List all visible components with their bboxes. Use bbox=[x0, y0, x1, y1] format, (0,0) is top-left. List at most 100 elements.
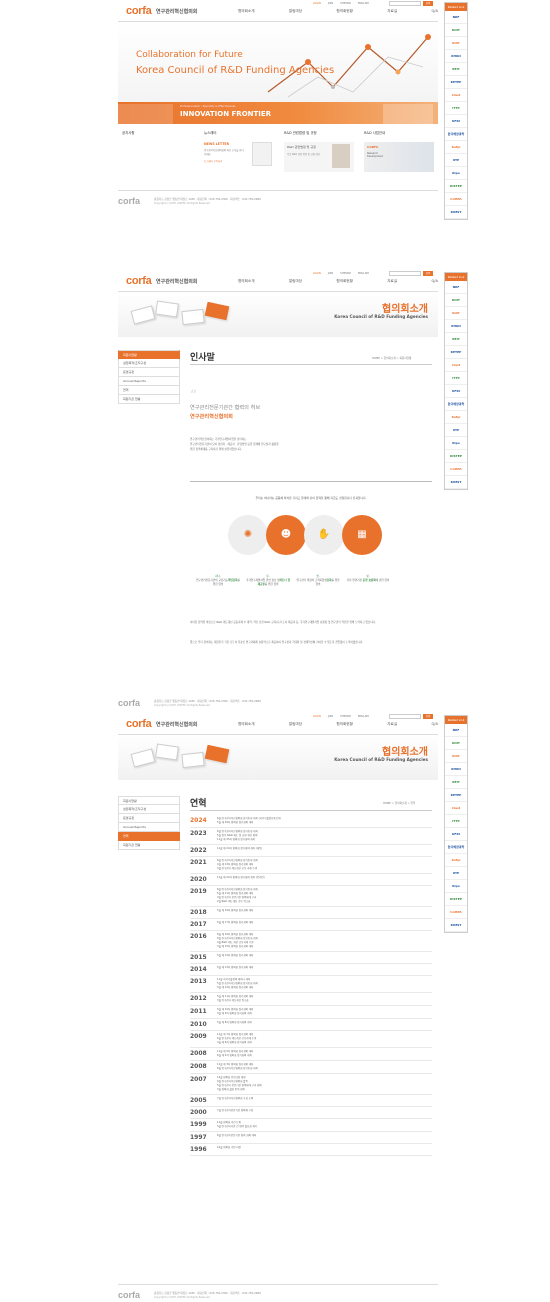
nav-status[interactable]: 협의회현황 bbox=[336, 279, 353, 284]
link-ocean[interactable]: 한국해양과학 bbox=[445, 128, 467, 141]
link-ittp[interactable]: ITTP bbox=[445, 102, 467, 115]
nav-qa[interactable]: Q/A bbox=[431, 9, 438, 14]
nav-about[interactable]: 협의회소개 bbox=[238, 722, 255, 727]
lnb-agencies[interactable]: 회원기관 현황 bbox=[118, 841, 180, 850]
regulation-title[interactable]: R&D 관련법령 및 규정 bbox=[284, 130, 317, 135]
link-compa[interactable]: CoMPA bbox=[445, 193, 467, 206]
newsletter-box[interactable]: NEWS LETTER 연구관리혁신협의회의 최신 소식을 만나보세요 뉴스레터… bbox=[204, 142, 274, 172]
nav-qa[interactable]: Q/A bbox=[431, 279, 438, 284]
link-ketep[interactable]: KETEP bbox=[445, 76, 467, 89]
lnb-history[interactable]: 연혁 bbox=[118, 832, 180, 841]
link-kofpi[interactable]: Kofpi bbox=[445, 854, 467, 867]
link-nrf[interactable]: NRF bbox=[445, 724, 467, 737]
link-koit[interactable]: KOIT bbox=[445, 24, 467, 37]
lnb-members[interactable]: 회원사현황 bbox=[118, 350, 180, 359]
lnb-agencies[interactable]: 회원기관 현황 bbox=[118, 395, 180, 404]
join-link[interactable]: JOIN bbox=[328, 272, 333, 275]
link-koit[interactable]: KOIT bbox=[445, 737, 467, 750]
login-link[interactable]: LOGIN bbox=[313, 2, 321, 5]
link-koit[interactable]: KOIT bbox=[445, 294, 467, 307]
lnb-rules[interactable]: 운영규정 bbox=[118, 368, 180, 377]
link-kfri[interactable]: KFRI bbox=[445, 115, 467, 128]
search-input[interactable] bbox=[389, 1, 421, 6]
nav-notice[interactable]: 알림마당 bbox=[289, 722, 302, 727]
lnb-rules[interactable]: 운영규정 bbox=[118, 814, 180, 823]
link-kipo[interactable]: Kipo bbox=[445, 880, 467, 893]
lnb-annual[interactable]: Annual Reports bbox=[118, 377, 180, 386]
nav-qa[interactable]: Q/A bbox=[431, 722, 438, 727]
link-kiat[interactable]: KIAT bbox=[445, 750, 467, 763]
link-nrf[interactable]: NRF bbox=[445, 281, 467, 294]
link-khidi[interactable]: KHIDI bbox=[445, 763, 467, 776]
link-kipo[interactable]: Kipo bbox=[445, 437, 467, 450]
search-input[interactable] bbox=[389, 714, 421, 719]
project-title[interactable]: R&D 사업안내 bbox=[364, 130, 385, 135]
link-keit[interactable]: KEIT bbox=[445, 333, 467, 346]
login-link[interactable]: LOGIN bbox=[313, 272, 321, 275]
sitemap-link[interactable]: SITEMAP bbox=[340, 715, 351, 718]
nav-archive[interactable]: 자료실 bbox=[387, 279, 397, 284]
nav-archive[interactable]: 자료실 bbox=[387, 722, 397, 727]
link-ketep[interactable]: KETEP bbox=[445, 346, 467, 359]
link-compa[interactable]: CoMPA bbox=[445, 906, 467, 919]
sitemap-link[interactable]: SITEMAP bbox=[340, 272, 351, 275]
join-link[interactable]: JOIN bbox=[328, 2, 333, 5]
corfa-logo[interactable]: corfa bbox=[126, 718, 152, 730]
link-kistep[interactable]: KISTEP bbox=[445, 893, 467, 906]
lnb-purpose[interactable]: 설립목적/조직구성 bbox=[118, 359, 180, 368]
link-ciast[interactable]: Ciast bbox=[445, 802, 467, 815]
notice-title[interactable]: 공지사항 bbox=[122, 130, 134, 135]
link-kimst[interactable]: KIMST bbox=[445, 476, 467, 489]
nav-notice[interactable]: 알림마당 bbox=[289, 9, 302, 14]
link-iitp[interactable]: IITP bbox=[445, 867, 467, 880]
nav-notice[interactable]: 알림마당 bbox=[289, 279, 302, 284]
link-kfri[interactable]: KFRI bbox=[445, 385, 467, 398]
link-ocean[interactable]: 한국해양과학 bbox=[445, 398, 467, 411]
link-kimst[interactable]: KIMST bbox=[445, 206, 467, 219]
english-link[interactable]: ENGLISH bbox=[358, 715, 369, 718]
search-input[interactable] bbox=[389, 271, 421, 276]
login-link[interactable]: LOGIN bbox=[313, 715, 321, 718]
link-ciast[interactable]: Ciast bbox=[445, 359, 467, 372]
link-khidi[interactable]: KHIDI bbox=[445, 50, 467, 63]
search-button[interactable]: 검색 bbox=[423, 714, 433, 719]
nav-about[interactable]: 협의회소개 bbox=[238, 9, 255, 14]
search-button[interactable]: 검색 bbox=[423, 271, 433, 276]
link-keit[interactable]: KEIT bbox=[445, 776, 467, 789]
lnb-members[interactable]: 회원사현황 bbox=[118, 796, 180, 805]
link-kofpi[interactable]: Kofpi bbox=[445, 411, 467, 424]
lnb-purpose[interactable]: 설립목적/조직구성 bbox=[118, 805, 180, 814]
corfa-logo[interactable]: corfa bbox=[126, 5, 152, 17]
link-kistep[interactable]: KISTEP bbox=[445, 180, 467, 193]
link-kfri[interactable]: KFRI bbox=[445, 828, 467, 841]
link-keit[interactable]: KEIT bbox=[445, 63, 467, 76]
nav-status[interactable]: 협의회현황 bbox=[336, 9, 353, 14]
link-kiat[interactable]: KIAT bbox=[445, 307, 467, 320]
regulation-box[interactable]: R&D 관련법령 및 규정 각종 R&D 관련 법령 및 규정 안내 bbox=[284, 142, 354, 172]
link-kistep[interactable]: KISTEP bbox=[445, 450, 467, 463]
link-ciast[interactable]: Ciast bbox=[445, 89, 467, 102]
lnb-history[interactable]: 연혁 bbox=[118, 386, 180, 395]
project-box[interactable]: CORFA Research Development bbox=[364, 142, 434, 172]
link-khidi[interactable]: KHIDI bbox=[445, 320, 467, 333]
english-link[interactable]: ENGLISH bbox=[358, 2, 369, 5]
link-kiat[interactable]: KIAT bbox=[445, 37, 467, 50]
link-ittp[interactable]: ITTP bbox=[445, 372, 467, 385]
nav-about[interactable]: 협의회소개 bbox=[238, 279, 255, 284]
link-compa[interactable]: CoMPA bbox=[445, 463, 467, 476]
link-kofpi[interactable]: Kofpi bbox=[445, 141, 467, 154]
corfa-logo[interactable]: corfa bbox=[126, 275, 152, 287]
link-iitp[interactable]: IITP bbox=[445, 154, 467, 167]
link-ocean[interactable]: 한국해양과학 bbox=[445, 841, 467, 854]
link-ketep[interactable]: KETEP bbox=[445, 789, 467, 802]
link-kipo[interactable]: Kipo bbox=[445, 167, 467, 180]
link-iitp[interactable]: IITP bbox=[445, 424, 467, 437]
join-link[interactable]: JOIN bbox=[328, 715, 333, 718]
link-nrf[interactable]: NRF bbox=[445, 11, 467, 24]
link-kimst[interactable]: KIMST bbox=[445, 919, 467, 932]
english-link[interactable]: ENGLISH bbox=[358, 272, 369, 275]
nav-status[interactable]: 협의회현황 bbox=[336, 722, 353, 727]
search-button[interactable]: 검색 bbox=[423, 1, 433, 6]
lnb-annual[interactable]: Annual Reports bbox=[118, 823, 180, 832]
nav-archive[interactable]: 자료실 bbox=[387, 9, 397, 14]
